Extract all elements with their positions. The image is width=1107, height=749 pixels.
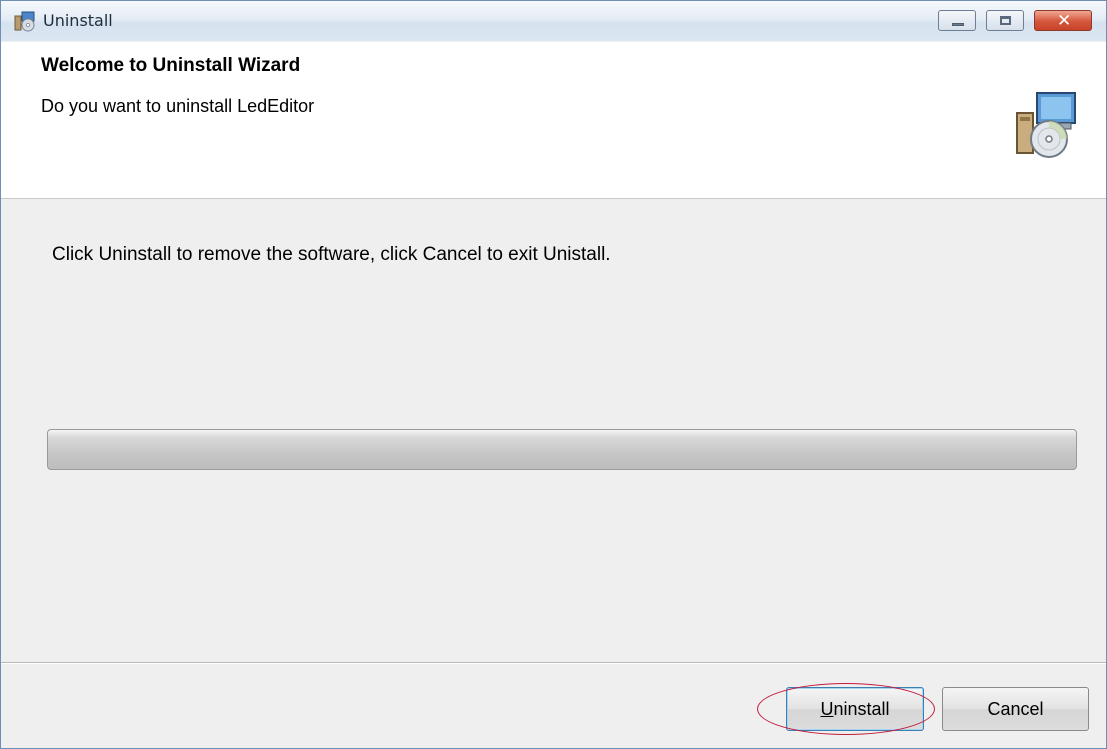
uninstall-accelerator: U bbox=[820, 699, 834, 719]
window-title: Uninstall bbox=[43, 11, 113, 30]
uninstall-label: ninstall bbox=[833, 699, 890, 719]
installer-disc-icon bbox=[1016, 92, 1076, 158]
footer-divider-highlight bbox=[1, 663, 1106, 664]
progress-bar bbox=[47, 429, 1077, 470]
close-icon: ✕ bbox=[1057, 11, 1072, 31]
uninstall-window: Uninstall ✕ Welcome to Uninstall Wizard … bbox=[0, 0, 1107, 749]
minimize-button[interactable] bbox=[938, 10, 976, 31]
wizard-subtitle: Do you want to uninstall LedEditor bbox=[41, 96, 315, 116]
wizard-title: Welcome to Uninstall Wizard bbox=[41, 55, 301, 76]
installer-icon bbox=[14, 11, 35, 32]
maximize-button[interactable] bbox=[986, 10, 1024, 31]
maximize-icon bbox=[1000, 16, 1011, 25]
instruction-text: Click Uninstall to remove the software, … bbox=[52, 244, 611, 265]
close-button[interactable]: ✕ bbox=[1034, 10, 1092, 31]
cancel-button[interactable]: Cancel bbox=[942, 687, 1089, 731]
title-bar[interactable]: Uninstall ✕ bbox=[1, 1, 1106, 41]
minimize-icon bbox=[952, 23, 964, 26]
uninstall-button[interactable]: Uninstall bbox=[786, 687, 924, 731]
